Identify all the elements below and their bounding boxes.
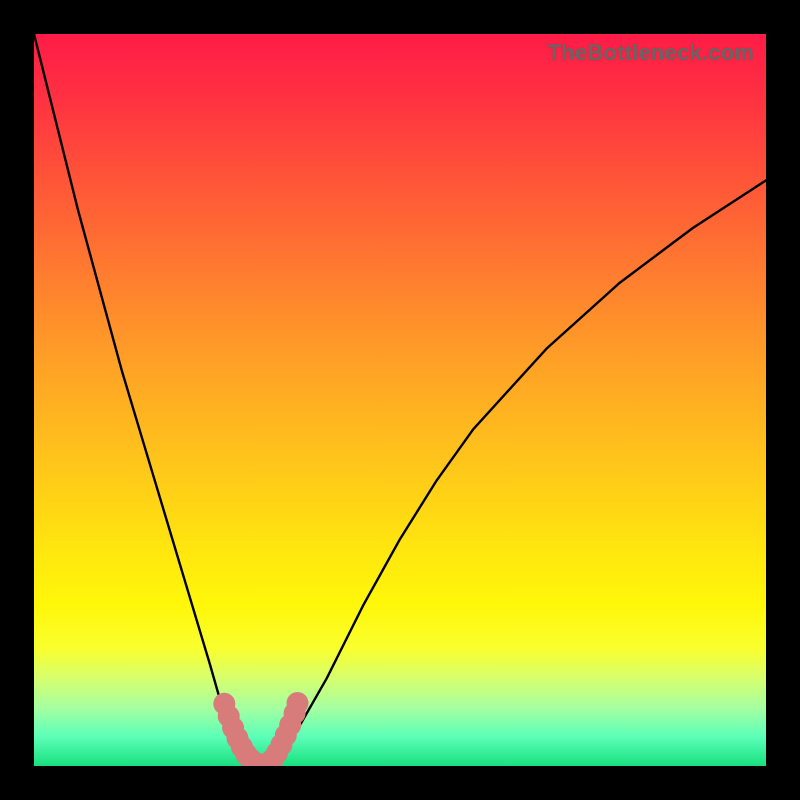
chart-plot-area: TheBottleneck.com: [34, 34, 766, 766]
minimum-marker-dot: [287, 692, 309, 714]
chart-svg: [34, 34, 766, 766]
minimum-marker: [213, 692, 308, 766]
watermark-text: TheBottleneck.com: [548, 40, 754, 66]
chart-frame: TheBottleneck.com: [0, 0, 800, 800]
bottleneck-curve: [34, 34, 766, 766]
